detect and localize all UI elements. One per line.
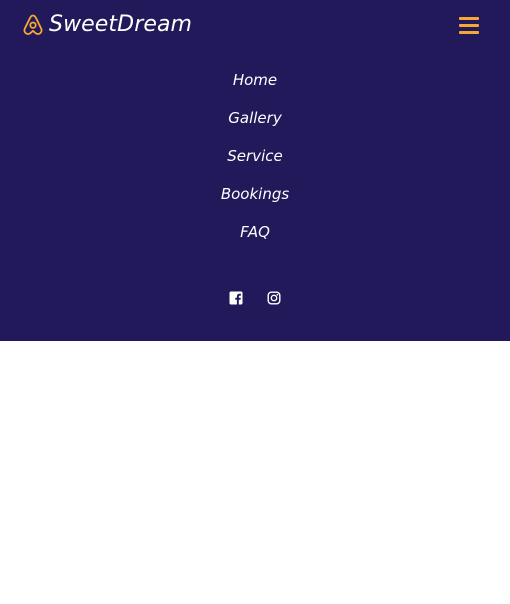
nav-menu: Home Gallery Service Bookings FAQ (0, 61, 510, 251)
nav-item-faq: FAQ (0, 213, 510, 251)
hamburger-menu-icon-bar (459, 31, 479, 34)
facebook-icon (229, 291, 243, 305)
menu-toggle-button[interactable] (455, 14, 483, 37)
airbnb-logo-icon (23, 14, 43, 35)
hamburger-menu-icon (459, 17, 479, 20)
instagram-link[interactable] (267, 291, 281, 305)
hamburger-menu-icon-bar (459, 24, 479, 27)
facebook-link[interactable] (229, 291, 243, 305)
brand-link[interactable]: SweetDream (22, 11, 192, 39)
navbar: SweetDream Home Gallery Service Bookings… (0, 0, 510, 341)
nav-link-service[interactable]: Service (227, 145, 282, 167)
instagram-icon (267, 291, 281, 305)
nav-link-bookings[interactable]: Bookings (221, 183, 289, 205)
nav-item-bookings: Bookings (0, 175, 510, 213)
nav-item-gallery: Gallery (0, 99, 510, 137)
social-links (0, 288, 510, 308)
nav-link-gallery[interactable]: Gallery (228, 107, 281, 129)
nav-link-faq[interactable]: FAQ (240, 221, 270, 243)
page: SweetDream Home Gallery Service Bookings… (0, 0, 510, 604)
nav-link-home[interactable]: Home (233, 69, 277, 91)
brand-name: SweetDream (49, 12, 193, 37)
nav-item-home: Home (0, 61, 510, 99)
nav-item-service: Service (0, 137, 510, 175)
